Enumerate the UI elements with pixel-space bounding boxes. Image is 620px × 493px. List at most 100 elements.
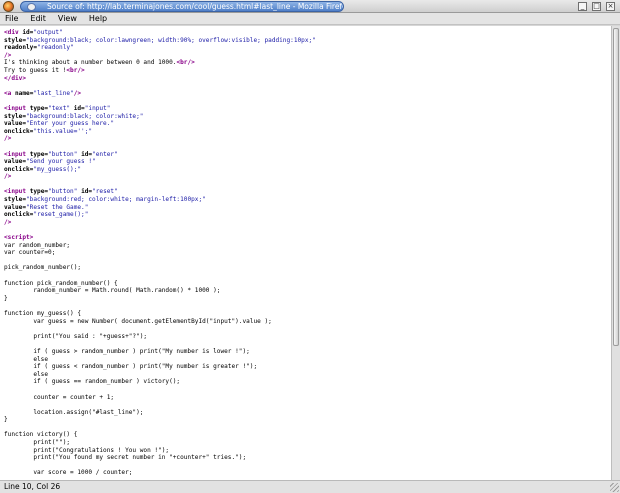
maximize-button[interactable]: □ <box>592 2 601 11</box>
scrollbar-thumb[interactable] <box>613 28 619 346</box>
menu-file[interactable]: File <box>5 13 18 24</box>
source-token: "readonly" <box>37 44 74 52</box>
minimize-button[interactable]: _ <box>578 2 587 11</box>
source-token: value= <box>4 120 27 128</box>
source-line: onclick="this.value='';" <box>4 128 611 136</box>
source-token: </div> <box>4 74 27 82</box>
close-button[interactable]: × <box>606 2 615 11</box>
source-token: "input" <box>84 104 111 112</box>
source-line: var random_number; <box>4 242 611 250</box>
source-line: print("You found my secret number in "+c… <box>4 454 611 462</box>
source-token: "enter" <box>92 150 118 158</box>
source-token: /> <box>4 135 12 143</box>
source-line: <input type="text" id="input" <box>4 105 611 113</box>
firefox-icon[interactable] <box>3 1 14 12</box>
resize-grip-icon[interactable] <box>610 483 619 492</box>
source-token: value= <box>4 158 27 166</box>
source-line <box>4 302 611 310</box>
source-line: } <box>4 416 611 424</box>
source-token: if ( guess == random_number ) victory(); <box>4 378 181 386</box>
menu-view[interactable]: View <box>58 13 77 24</box>
source-line: else <box>4 371 611 379</box>
source-line: location.assign("#last_line"); <box>4 409 611 417</box>
source-line: pick_random_number(); <box>4 264 611 272</box>
source-token: random_number = Math.round( Math.random(… <box>4 287 221 295</box>
source-line: style="background:red; color:white; marg… <box>4 196 611 204</box>
source-token: style= <box>4 196 27 204</box>
source-token: "button" <box>48 188 82 196</box>
menu-help[interactable]: Help <box>89 13 107 24</box>
source-line: random_number = Math.round( Math.random(… <box>4 287 611 295</box>
source-token: var score = 1000 / counter; <box>4 469 133 477</box>
source-token: "reset" <box>92 188 118 196</box>
source-line: <div id="output" <box>4 29 611 37</box>
source-line: var counter=0; <box>4 249 611 257</box>
window-title-pill[interactable]: Source of: http://lab.terminajones.com/c… <box>20 1 344 12</box>
source-line <box>4 143 611 151</box>
source-token: id= <box>81 188 93 196</box>
source-line <box>4 325 611 333</box>
cursor-position: Line 10, Col 26 <box>4 482 61 491</box>
source-token: else <box>4 370 49 378</box>
source-line: function pick_random_number() { <box>4 280 611 288</box>
source-line: if ( guess > random_number ) print("My n… <box>4 348 611 356</box>
source-token: <input <box>4 104 30 112</box>
source-token: print("You said : "+guess+"?"); <box>4 332 148 340</box>
source-token: "background:black; color:lawngreen; widt… <box>26 36 316 44</box>
vertical-scrollbar[interactable] <box>612 26 620 480</box>
source-token: <a <box>4 89 16 97</box>
source-token: pick_random_number(); <box>4 264 82 272</box>
source-token: } <box>4 294 8 302</box>
source-token: I's thinking about a number between 0 an… <box>4 59 177 67</box>
source-token: print("Congratulations ! You won !"); <box>4 446 170 454</box>
source-token: name= <box>15 89 34 97</box>
source-line: onclick="my_guess();" <box>4 166 611 174</box>
source-line <box>4 424 611 432</box>
source-line: I's thinking about a number between 0 an… <box>4 59 611 67</box>
source-line <box>4 82 611 90</box>
source-line: value="Send your guess !" <box>4 158 611 166</box>
title-bar[interactable]: Source of: http://lab.terminajones.com/c… <box>0 0 620 13</box>
source-line: <a name="last_line"/> <box>4 90 611 98</box>
source-line: function victory() { <box>4 431 611 439</box>
source-line: style="background:black; color:lawngreen… <box>4 37 611 45</box>
source-token: /> <box>4 173 12 181</box>
menu-edit[interactable]: Edit <box>30 13 46 24</box>
source-token: else <box>4 355 49 363</box>
source-token: <input <box>4 150 30 158</box>
source-token: if ( guess > random_number ) print("My n… <box>4 347 250 355</box>
source-token: "text" <box>48 104 74 112</box>
source-line: counter = counter + 1; <box>4 394 611 402</box>
source-token: "my_guess();" <box>33 165 82 173</box>
source-token: location.assign("#last_line"); <box>4 408 144 416</box>
source-line: value="Enter your guess here." <box>4 120 611 128</box>
status-bar: Line 10, Col 26 <box>0 480 620 493</box>
source-line: if ( guess == random_number ) victory(); <box>4 378 611 386</box>
source-token: function my_guess() { <box>4 309 82 317</box>
source-token: /> <box>4 218 12 226</box>
source-token: "background:black; color:white;" <box>26 112 144 120</box>
source-token: function victory() { <box>4 431 78 439</box>
source-view[interactable]: <div id="output" style="background:black;… <box>0 26 612 480</box>
source-token: /> <box>4 51 12 59</box>
source-line: value="Reset the Game." <box>4 204 611 212</box>
source-token: var guess = new Number( document.getElem… <box>4 317 272 325</box>
source-line: <input type="button" id="reset" <box>4 188 611 196</box>
source-line: Try to guess it !<br/> <box>4 67 611 75</box>
source-token: "button" <box>48 150 82 158</box>
source-line: print("You said : "+guess+"?"); <box>4 333 611 341</box>
source-line: /> <box>4 52 611 60</box>
source-line <box>4 257 611 265</box>
source-token: <br/> <box>176 59 195 67</box>
source-token: Try to guess it ! <box>4 66 67 74</box>
source-token: if ( guess < random_number ) print("My n… <box>4 363 258 371</box>
source-line <box>4 462 611 470</box>
source-line: else <box>4 356 611 364</box>
source-token: counter = counter + 1; <box>4 393 115 401</box>
source-token: id= <box>22 29 34 36</box>
source-token: readonly= <box>4 44 38 52</box>
source-token: <div <box>4 29 23 36</box>
source-line <box>4 340 611 348</box>
source-token: "output" <box>33 29 63 36</box>
source-line <box>4 97 611 105</box>
